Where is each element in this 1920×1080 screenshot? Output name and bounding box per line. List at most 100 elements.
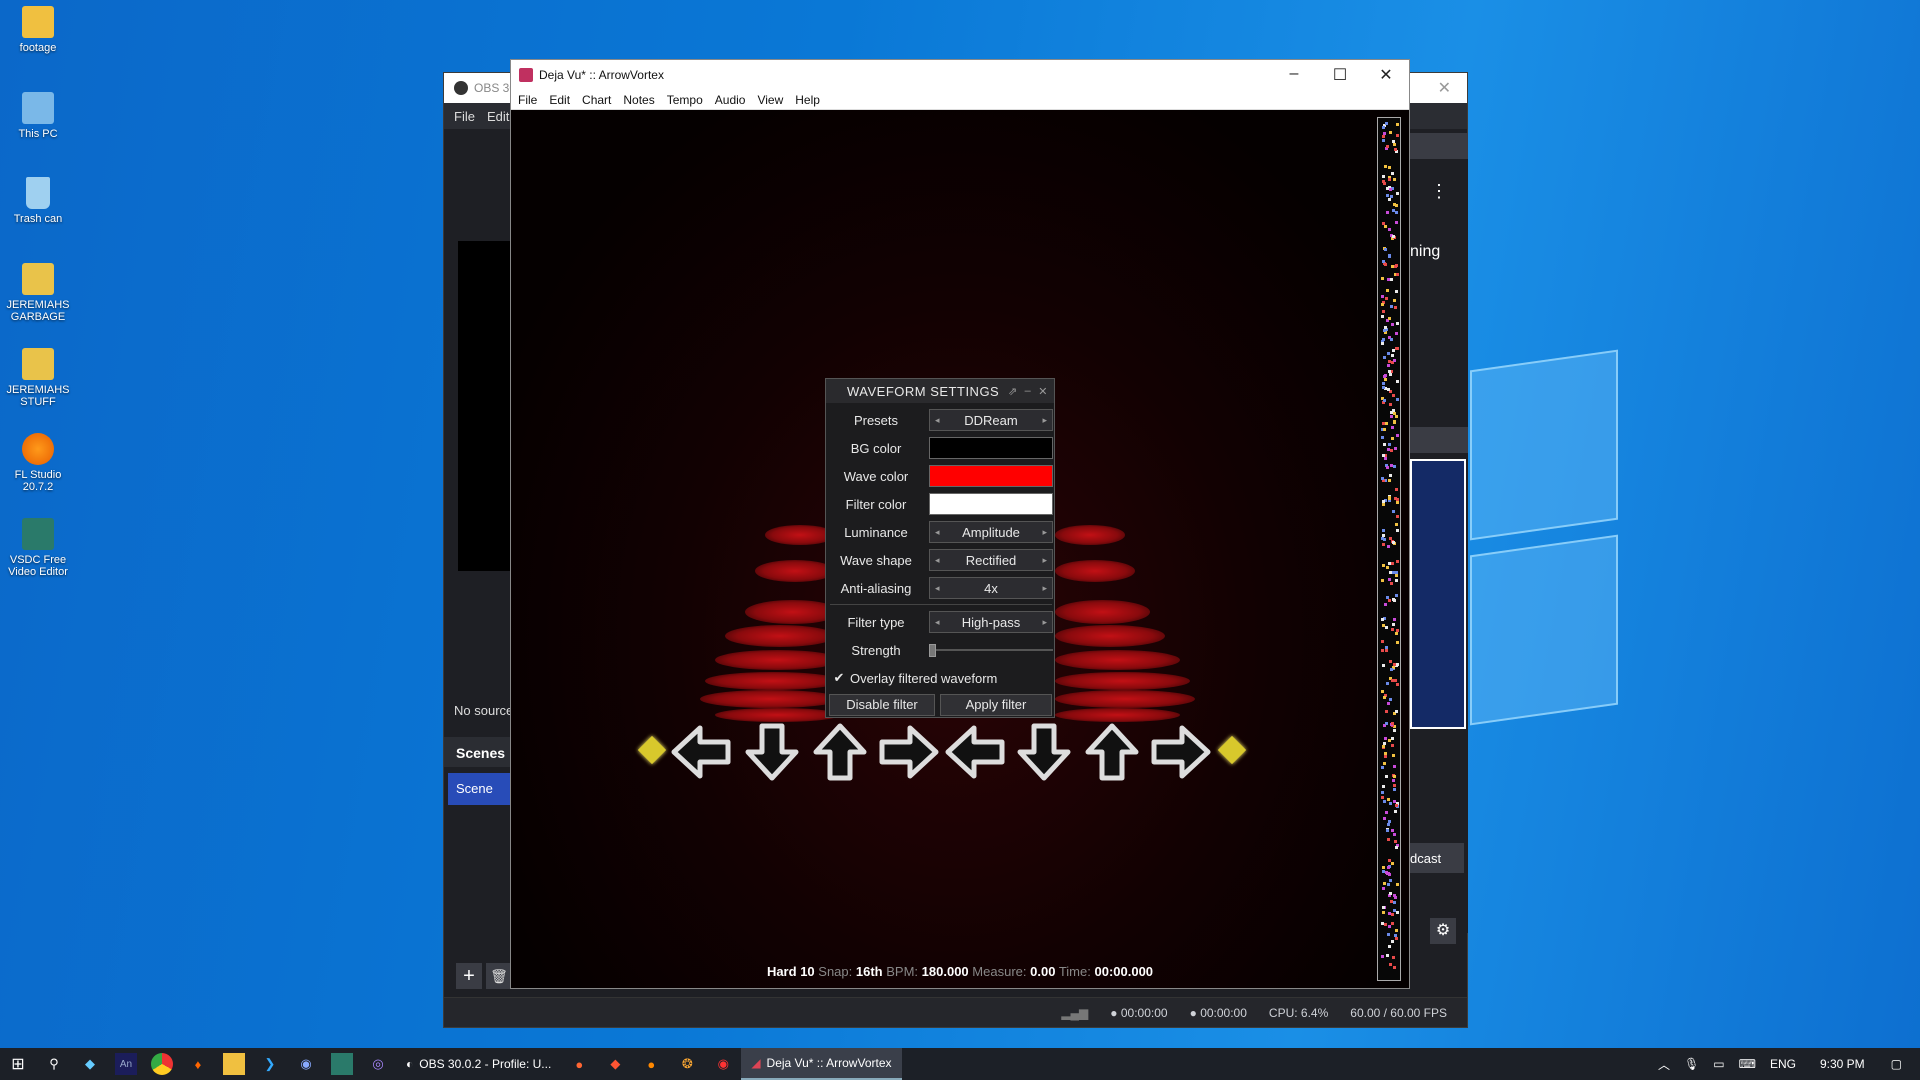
network-icon[interactable]: ▭ xyxy=(1713,1057,1724,1071)
obs-menu-edit[interactable]: Edit xyxy=(487,109,509,124)
firefox-icon[interactable]: ● xyxy=(640,1053,662,1075)
minimap-note xyxy=(1383,399,1386,402)
luminance-spinner[interactable]: ◂ Amplitude ▸ xyxy=(929,521,1053,543)
minimap-note xyxy=(1396,434,1399,437)
minimap-note xyxy=(1396,347,1399,350)
wave-shape-spinner[interactable]: ◂ Rectified ▸ xyxy=(929,549,1053,571)
bg-color-swatch[interactable] xyxy=(929,437,1053,459)
desktop-icon-footage[interactable]: footage xyxy=(2,6,74,54)
minimap-note xyxy=(1388,317,1391,320)
desktop-icon-jeremiahs-garbage[interactable]: JEREMIAHS GARBAGE xyxy=(2,263,74,323)
fl-studio-2-icon[interactable]: ❂ xyxy=(676,1053,698,1075)
clock[interactable]: 9:30 PM xyxy=(1820,1057,1865,1071)
arrow-right-icon[interactable]: ▸ xyxy=(1042,415,1047,426)
minimap-note xyxy=(1395,221,1398,224)
arrow-left-icon[interactable]: ◂ xyxy=(935,415,940,426)
minimize-icon[interactable]: – xyxy=(1271,65,1317,85)
language-indicator[interactable]: ENG xyxy=(1770,1057,1796,1071)
filter-type-spinner[interactable]: ◂ High-pass ▸ xyxy=(929,611,1053,633)
status-snap-label: Snap: xyxy=(818,964,853,979)
minimap-note xyxy=(1394,679,1397,682)
wave-color-swatch[interactable] xyxy=(929,465,1053,487)
chrome-icon[interactable] xyxy=(151,1053,173,1075)
chevron-up-icon[interactable]: ︿ xyxy=(1658,1056,1670,1073)
arrow-left-icon[interactable]: ◂ xyxy=(935,527,940,538)
video-editor-icon[interactable] xyxy=(331,1053,353,1075)
search-icon[interactable]: ⚲ xyxy=(43,1053,65,1075)
strength-slider[interactable] xyxy=(929,639,1053,661)
notification-icon[interactable]: ▢ xyxy=(1891,1057,1902,1071)
obs-broadcast-button[interactable]: dcast xyxy=(1410,843,1464,873)
minimap-note xyxy=(1381,791,1384,794)
copilot-icon[interactable]: ◆ xyxy=(79,1053,101,1075)
close-icon[interactable]: ✕ xyxy=(1363,65,1409,85)
arrow-right-icon[interactable]: ▸ xyxy=(1042,555,1047,566)
menu-chart[interactable]: Chart xyxy=(582,93,611,107)
desktop-icon-fl-studio[interactable]: FL Studio 20.7.2 xyxy=(2,433,74,493)
menu-file[interactable]: File xyxy=(518,93,537,107)
trash-icon[interactable]: 🗑 xyxy=(486,963,512,989)
minimap-note xyxy=(1383,329,1386,332)
chart-minimap[interactable] xyxy=(1377,117,1401,981)
presets-row: Presets ◂ DDReam ▸ xyxy=(826,408,1056,432)
kebab-menu-icon[interactable]: ⋮ xyxy=(1430,181,1448,202)
minimap-note xyxy=(1382,534,1385,537)
arrow-right-icon[interactable]: ▸ xyxy=(1042,617,1047,628)
microphone-icon[interactable]: 🎙 xyxy=(1684,1057,1699,1071)
settings-gear-icon[interactable]: ⚙ xyxy=(1430,918,1456,944)
menu-tempo[interactable]: Tempo xyxy=(667,93,703,107)
discord-icon[interactable]: ◉ xyxy=(295,1053,317,1075)
antialias-spinner[interactable]: ◂ 4x ▸ xyxy=(929,577,1053,599)
arrow-left-icon[interactable]: ◂ xyxy=(935,583,940,594)
minimap-note xyxy=(1384,225,1387,228)
minimap-note xyxy=(1389,131,1392,134)
file-explorer-icon[interactable] xyxy=(223,1053,245,1075)
menu-help[interactable]: Help xyxy=(795,93,820,107)
menu-audio[interactable]: Audio xyxy=(715,93,746,107)
desktop-icon-this-pc[interactable]: This PC xyxy=(2,92,74,140)
minimap-note xyxy=(1388,370,1391,373)
minimap-note xyxy=(1390,278,1393,281)
flame-app-icon[interactable]: ♦ xyxy=(187,1053,209,1075)
keyboard-icon[interactable]: ⌨ xyxy=(1739,1057,1756,1071)
minimap-note xyxy=(1387,933,1390,936)
disable-filter-button[interactable]: Disable filter xyxy=(829,694,935,716)
arrow-left-icon[interactable]: ◂ xyxy=(935,555,940,566)
minimize-icon[interactable]: – xyxy=(1025,385,1032,398)
dialog-header[interactable]: WAVEFORM SETTINGS ⇗ – ✕ xyxy=(826,379,1054,403)
arrow-left-icon[interactable]: ◂ xyxy=(935,617,940,628)
desktop-icon-trash[interactable]: Trash can xyxy=(2,177,74,225)
apply-filter-button[interactable]: Apply filter xyxy=(940,694,1052,716)
obs-statusbar: ▂▄▆ ● 00:00:00 ● 00:00:00 CPU: 6.4% 60.0… xyxy=(444,997,1467,1027)
obs-scene-item[interactable]: Scene xyxy=(448,773,510,805)
taskbar-arrowvortex-app[interactable]: ◢ Deja Vu* :: ArrowVortex xyxy=(741,1048,902,1080)
maximize-icon[interactable]: ☐ xyxy=(1317,65,1363,85)
minimap-note xyxy=(1385,871,1388,874)
desktop-icon-vsdc[interactable]: VSDC Free Video Editor xyxy=(2,518,74,578)
dialog-title: WAVEFORM SETTINGS xyxy=(847,383,1000,399)
menu-edit[interactable]: Edit xyxy=(549,93,570,107)
menu-notes[interactable]: Notes xyxy=(623,93,654,107)
strength-slider-thumb[interactable] xyxy=(929,644,936,657)
fl-studio-icon[interactable]: ● xyxy=(568,1053,590,1075)
pin-icon[interactable]: ⇗ xyxy=(1008,385,1018,398)
github-icon[interactable]: ◎ xyxy=(367,1053,389,1075)
taskbar-obs-app[interactable]: ◐ OBS 30.0.2 - Profile: U... xyxy=(396,1048,561,1080)
add-scene-button[interactable]: + xyxy=(456,963,482,989)
close-icon[interactable]: ✕ xyxy=(1438,78,1451,98)
minimap-note xyxy=(1392,394,1395,397)
filter-color-swatch[interactable] xyxy=(929,493,1053,515)
vscode-icon[interactable]: ❯ xyxy=(259,1053,281,1075)
git-icon[interactable]: ◆ xyxy=(604,1053,626,1075)
record-icon[interactable]: ◉ xyxy=(712,1053,734,1075)
animate-icon[interactable]: An xyxy=(115,1053,137,1075)
windows-start-icon[interactable]: ⊞ xyxy=(7,1053,29,1075)
obs-menu-file[interactable]: File xyxy=(454,109,475,124)
overlay-checkbox[interactable]: ✔ xyxy=(832,670,846,686)
desktop-icon-jeremiahs-stuff[interactable]: JEREMIAHS STUFF xyxy=(2,348,74,408)
arrow-right-icon[interactable]: ▸ xyxy=(1042,583,1047,594)
close-icon[interactable]: ✕ xyxy=(1038,385,1048,398)
presets-spinner[interactable]: ◂ DDReam ▸ xyxy=(929,409,1053,431)
arrow-right-icon[interactable]: ▸ xyxy=(1042,527,1047,538)
menu-view[interactable]: View xyxy=(757,93,783,107)
